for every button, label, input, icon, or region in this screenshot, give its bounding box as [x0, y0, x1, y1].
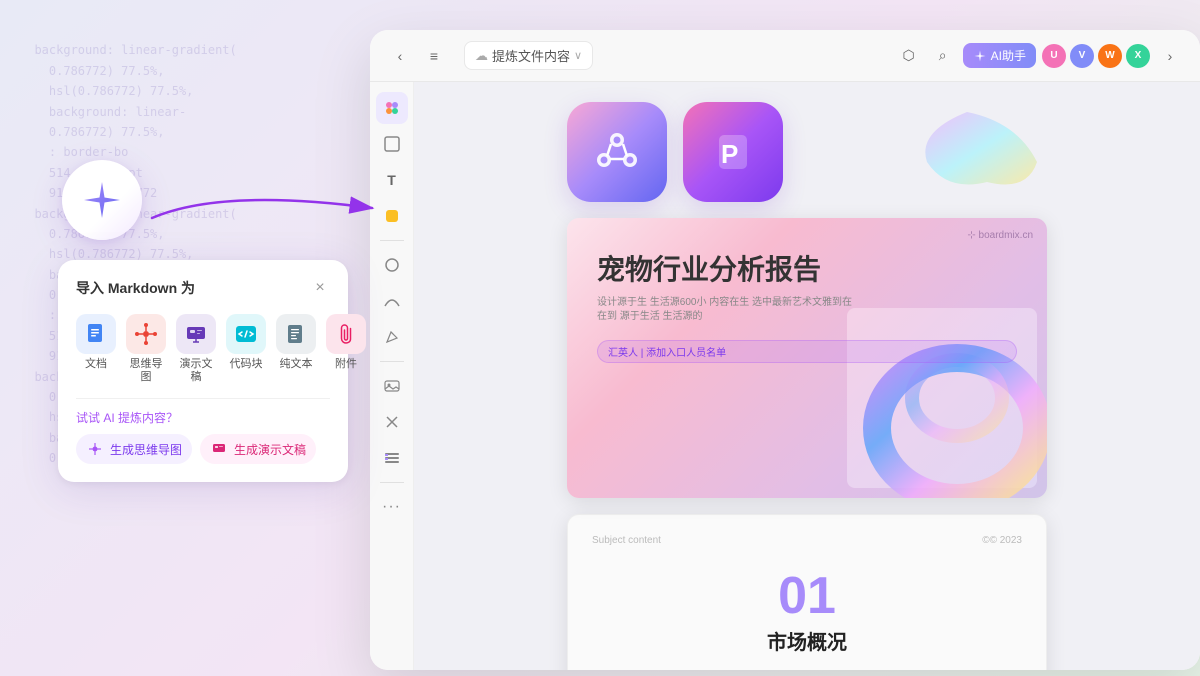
- search-button[interactable]: ⌕: [929, 42, 957, 70]
- ai-hint[interactable]: 试试 AI 提炼内容？: [76, 409, 330, 426]
- slide-2-title: 市场概况: [592, 626, 1022, 655]
- canvas-area[interactable]: P: [414, 82, 1200, 670]
- dialog-ai-section: 试试 AI 提炼内容？ 生成思维导图: [76, 398, 330, 464]
- dialog-icon-document[interactable]: 文档: [76, 314, 116, 371]
- plaintext-label: 纯文本: [280, 358, 313, 371]
- presentation-label: 演示文稿: [176, 358, 216, 384]
- mindmap-btn-icon: [86, 440, 104, 458]
- sidebar-tool-circle[interactable]: [376, 249, 408, 281]
- code-label: 代码块: [230, 358, 263, 371]
- icon-cards-row: P: [567, 102, 1047, 202]
- dialog-icons-row: 文档 思维导图: [76, 314, 330, 384]
- ai-buttons-row: 生成思维导图 生成演示文稿: [76, 434, 330, 464]
- dialog-icon-attachment[interactable]: 附件: [326, 314, 366, 371]
- presentation-btn-label: 生成演示文稿: [234, 441, 306, 458]
- document-icon-box: [76, 314, 116, 354]
- toolbar-nav: ‹ ≡: [386, 42, 448, 70]
- code-icon-box: [226, 314, 266, 354]
- breadcrumb-text: 提炼文件内容: [492, 46, 570, 65]
- ai-assistant-label: AI助手: [991, 47, 1026, 64]
- toolbar: ‹ ≡ ☁ 提炼文件内容 ∨ ⬡ ⌕ AI助手 U V W X ›: [370, 30, 1200, 82]
- presentation-icon-box: [176, 314, 216, 354]
- slide-2: Subject content ©© 2023 01 市场概况: [567, 514, 1047, 670]
- app-window: ‹ ≡ ☁ 提炼文件内容 ∨ ⬡ ⌕ AI助手 U V W X ›: [370, 30, 1200, 670]
- menu-button[interactable]: ≡: [420, 42, 448, 70]
- slide-logo: ⊹ boardmix.cn: [967, 230, 1033, 241]
- arrow: [142, 178, 382, 243]
- slide-2-label: Subject content: [592, 535, 661, 546]
- toolbar-avatars: U V W X: [1042, 44, 1150, 68]
- dialog-icon-mindmap[interactable]: 思维导图: [126, 314, 166, 384]
- sidebar-tool-color[interactable]: [376, 92, 408, 124]
- generate-presentation-button[interactable]: 生成演示文稿: [200, 434, 316, 464]
- sidebar-tool-list[interactable]: [376, 442, 408, 474]
- sidebar-tool-frame[interactable]: [376, 128, 408, 160]
- svg-text:P: P: [721, 139, 738, 169]
- sidebar-tool-text[interactable]: T: [376, 164, 408, 196]
- generate-mindmap-button[interactable]: 生成思维导图: [76, 434, 192, 464]
- sidebar-tool-cross[interactable]: [376, 406, 408, 438]
- slide-2-number: 01: [592, 566, 1022, 626]
- slide-tag: 汇英人 | 添加入口人员名单: [597, 340, 1017, 363]
- plaintext-icon-box: [276, 314, 316, 354]
- collapse-button[interactable]: ›: [1156, 42, 1184, 70]
- sidebar-divider-1: [380, 240, 404, 241]
- avatar-3: W: [1098, 44, 1122, 68]
- sidebar-divider-2: [380, 361, 404, 362]
- holographic-shape: [799, 102, 1047, 202]
- ai-button[interactable]: [62, 160, 142, 240]
- slide-2-header: Subject content ©© 2023: [592, 535, 1022, 546]
- dialog-icon-code[interactable]: 代码块: [226, 314, 266, 371]
- ai-assistant-button[interactable]: AI助手: [963, 43, 1036, 68]
- slide-title: 宠物行业分析报告: [597, 248, 1017, 288]
- share-icon-card[interactable]: [567, 102, 667, 202]
- dialog-title: 导入 Markdown 为: [76, 278, 195, 298]
- sidebar-tool-more[interactable]: ···: [376, 491, 408, 523]
- sidebar-tool-image[interactable]: [376, 370, 408, 402]
- presentation-btn-icon: [210, 440, 228, 458]
- mindmap-label: 思维导图: [126, 358, 166, 384]
- import-dialog: 导入 Markdown 为 × 文档: [58, 260, 348, 482]
- slide-2-date: ©© 2023: [982, 535, 1022, 546]
- main-content: T: [370, 82, 1200, 670]
- sidebar-divider-3: [380, 482, 404, 483]
- sidebar-tool-pen[interactable]: [376, 321, 408, 353]
- tag-button[interactable]: ⬡: [895, 42, 923, 70]
- toolbar-tools: ⬡ ⌕ AI助手 U V W X ›: [895, 42, 1184, 70]
- mindmap-btn-label: 生成思维导图: [110, 441, 182, 458]
- sidebar-tool-curve[interactable]: [376, 285, 408, 317]
- breadcrumb[interactable]: ☁ 提炼文件内容 ∨: [464, 41, 593, 70]
- slide-3d-shape: [827, 298, 1047, 498]
- mindmap-icon-box: [126, 314, 166, 354]
- avatar-4: X: [1126, 44, 1150, 68]
- back-button[interactable]: ‹: [386, 42, 414, 70]
- left-sidebar: T: [370, 82, 414, 670]
- dialog-icon-plaintext[interactable]: 纯文本: [276, 314, 316, 371]
- slide-subtitle: 设计源于生 生活源600小 内容在生 选中最新艺术文雅到在在到 源于生活 生活源…: [597, 296, 857, 324]
- dialog-header: 导入 Markdown 为 ×: [76, 278, 330, 298]
- sidebar-tool-shape[interactable]: [376, 200, 408, 232]
- document-label: 文档: [85, 358, 107, 371]
- dialog-icon-presentation[interactable]: 演示文稿: [176, 314, 216, 384]
- attachment-label: 附件: [335, 358, 357, 371]
- dialog-close-button[interactable]: ×: [310, 278, 330, 298]
- avatar-2: V: [1070, 44, 1094, 68]
- attachment-icon-box: [326, 314, 366, 354]
- slide-1: ⊹ boardmix.cn 宠物行业分析报告 设计源于生 生活源600小 内容在…: [567, 218, 1047, 498]
- p-icon-card[interactable]: P: [683, 102, 783, 202]
- avatar-1: U: [1042, 44, 1066, 68]
